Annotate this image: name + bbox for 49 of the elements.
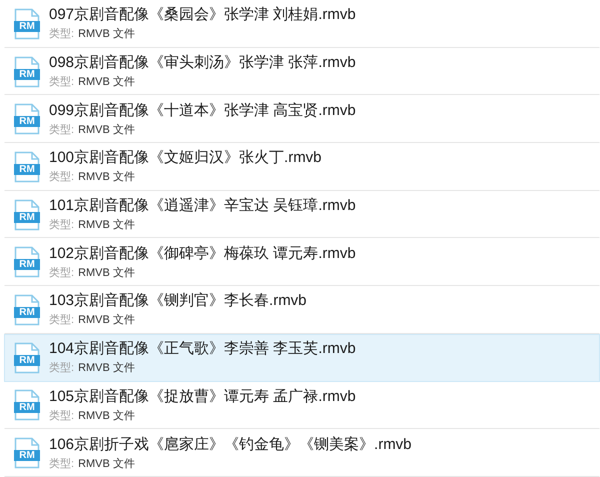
file-name: 099京剧音配像《十道本》张学津 高宝贤.rmvb	[49, 102, 356, 120]
file-type: RMVB 文件	[78, 456, 135, 471]
file-item[interactable]: RM 099京剧音配像《十道本》张学津 高宝贤.rmvb 类型: RMVB 文件	[4, 95, 600, 144]
file-type: RMVB 文件	[78, 170, 135, 184]
file-item[interactable]: RM 104京剧音配像《正气歌》李崇善 李玉芙.rmvb 类型: RMVB 文件	[4, 334, 600, 382]
file-name: 105京剧音配像《捉放曹》谭元寿 孟广禄.rmvb	[49, 388, 356, 406]
file-item[interactable]: RM 097京剧音配像《桑园会》张学津 刘桂娟.rmvb 类型: RMVB 文件	[4, 0, 600, 48]
file-name: 104京剧音配像《正气歌》李崇善 李玉芙.rmvb	[49, 340, 356, 358]
type-label: 类型:	[49, 408, 74, 423]
file-name: 102京剧音配像《御碑亭》梅葆玖 谭元寿.rmvb	[49, 244, 356, 263]
type-label: 类型:	[49, 27, 74, 42]
file-item[interactable]: RM 098京剧音配像《审头刺汤》张学津 张萍.rmvb 类型: RMVB 文件	[4, 48, 600, 96]
rm-file-icon: RM	[14, 103, 40, 136]
type-label: 类型:	[49, 313, 74, 328]
type-label: 类型:	[49, 361, 74, 376]
file-type: RMVB 文件	[78, 27, 135, 42]
file-name: 103京剧音配像《铡判官》李长春.rmvb	[49, 292, 307, 310]
file-name: 097京剧音配像《桑园会》张学津 刘桂娟.rmvb	[49, 6, 356, 24]
rm-file-icon: RM	[14, 437, 40, 470]
type-label: 类型:	[49, 122, 74, 137]
file-type: RMVB 文件	[78, 313, 135, 328]
rm-file-icon: RM	[14, 150, 40, 183]
file-item[interactable]: RM 105京剧音配像《捉放曹》谭元寿 孟广禄.rmvb 类型: RMVB 文件	[4, 382, 600, 430]
type-label: 类型:	[49, 170, 74, 184]
file-name: 098京剧音配像《审头刺汤》张学津 张萍.rmvb	[49, 54, 356, 72]
rm-file-icon: RM	[14, 342, 40, 374]
type-label: 类型:	[49, 456, 74, 471]
file-item[interactable]: RM 101京剧音配像《逍遥津》辛宝达 吴钰璋.rmvb 类型: RMVB 文件	[4, 190, 600, 238]
rm-file-icon: RM	[14, 8, 40, 40]
file-item[interactable]: RM 106京剧折子戏《扈家庄》《钓金龟》《铡美案》.rmvb 类型: RMVB 文件	[4, 429, 600, 477]
file-type: RMVB 文件	[78, 408, 135, 423]
file-type: RMVB 文件	[78, 122, 135, 137]
rm-file-icon: RM	[14, 246, 40, 278]
file-item[interactable]: RM 102京剧音配像《御碑亭》梅葆玖 谭元寿.rmvb 类型: RMVB 文件	[4, 238, 600, 286]
rm-file-icon: RM	[14, 294, 40, 326]
rm-file-icon: RM	[14, 198, 40, 231]
file-type: RMVB 文件	[78, 218, 135, 232]
file-name: 100京剧音配像《文姬归汉》张火丁.rmvb	[49, 149, 322, 168]
rm-file-icon: RM	[14, 389, 40, 422]
file-type: RMVB 文件	[78, 266, 135, 280]
file-type: RMVB 文件	[78, 75, 135, 90]
type-label: 类型:	[49, 218, 74, 232]
file-name: 101京剧音配像《逍遥津》辛宝达 吴钰璋.rmvb	[49, 197, 356, 216]
type-label: 类型:	[49, 266, 74, 280]
type-label: 类型:	[49, 75, 74, 90]
rm-file-icon: RM	[14, 56, 40, 88]
file-name: 106京剧折子戏《扈家庄》《钓金龟》《铡美案》.rmvb	[49, 436, 412, 454]
file-item[interactable]: RM 100京剧音配像《文姬归汉》张火丁.rmvb 类型: RMVB 文件	[4, 143, 600, 191]
file-type: RMVB 文件	[78, 361, 135, 376]
